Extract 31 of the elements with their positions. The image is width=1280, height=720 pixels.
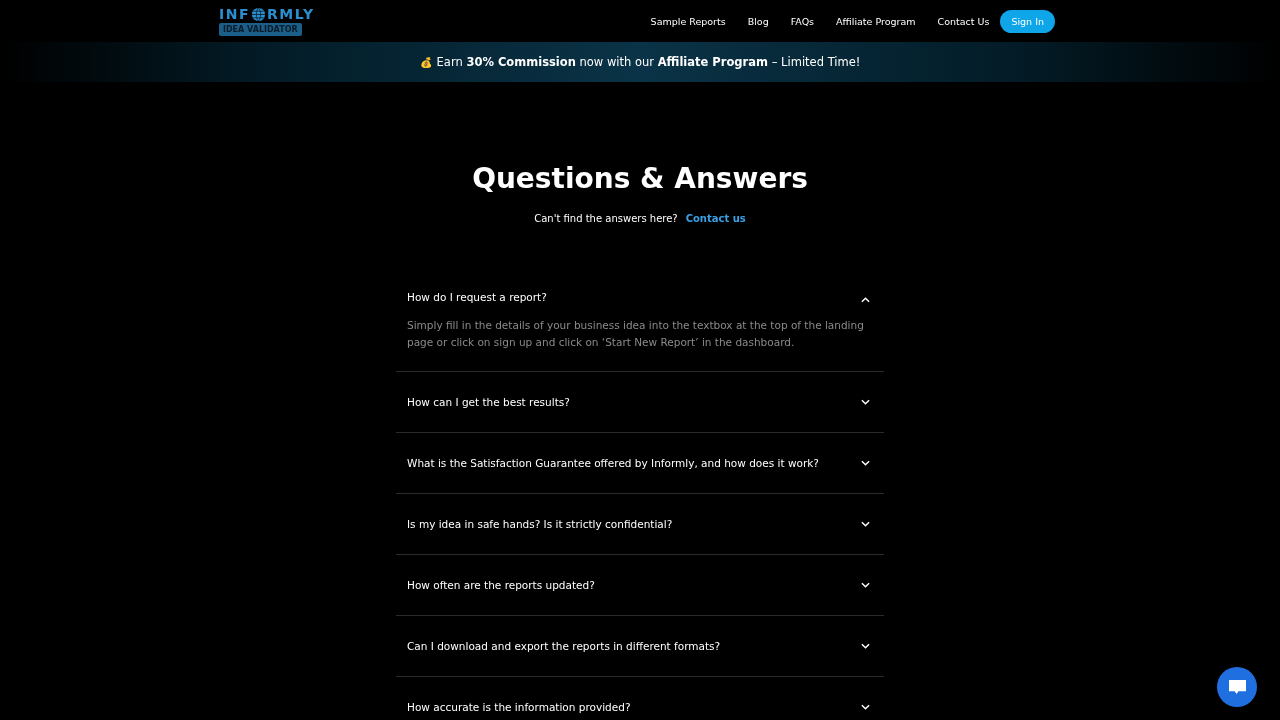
chat-button[interactable]: [1217, 667, 1257, 707]
logo-text: INF: [219, 6, 250, 22]
chevron-down-icon: [861, 399, 870, 405]
faq-question[interactable]: How accurate is the information provided?: [396, 677, 884, 720]
promo-text: Earn 30% Commission now with our Affiliate Program – Limited Time!: [436, 55, 861, 69]
chat-bubble-icon: [1227, 678, 1247, 696]
chevron-down-icon: [861, 643, 870, 649]
page-heading: Questions & Answers: [472, 162, 808, 196]
chevron-down-icon: [861, 582, 870, 588]
money-bag-icon: 💰: [419, 56, 432, 68]
nav-link[interactable]: Contact Us: [937, 15, 990, 27]
subheading-text: Can't find the answers here?: [534, 213, 678, 224]
nav-link[interactable]: Affiliate Program: [836, 15, 916, 27]
chevron-down-icon: [861, 521, 870, 527]
faq-question[interactable]: Is my idea in safe hands? Is it strictly confidential?: [396, 494, 884, 554]
nav-link[interactable]: FAQs: [790, 15, 815, 27]
faq-question[interactable]: How often are the reports updated?: [396, 555, 884, 615]
faq-answer: Simply fill in the details of your business idea into the textbox at the top of the landing page or click on sign up and click on ‘Start New Report’ in the dashboard.: [407, 318, 865, 350]
chevron-down-icon: [861, 704, 870, 710]
faq-question[interactable]: How can I get the best results?: [396, 372, 884, 432]
logo-text: RMLY: [267, 6, 315, 22]
faq-question[interactable]: How do I request a report?: [396, 267, 884, 305]
chevron-up-icon: [861, 297, 870, 303]
nav-link[interactable]: Blog: [747, 15, 769, 27]
logo-tagline: IDEA VALIDATOR: [219, 22, 302, 36]
chevron-down-icon: [861, 460, 870, 466]
contact-link[interactable]: Contact us: [685, 213, 746, 224]
globe-icon: [251, 6, 266, 22]
faq-question[interactable]: What is the Satisfaction Guarantee offered by Informly, and how does it work?: [396, 433, 884, 493]
nav-link[interactable]: Sample Reports: [650, 15, 726, 27]
faq-question[interactable]: Can I download and export the reports in different formats?: [396, 616, 884, 676]
